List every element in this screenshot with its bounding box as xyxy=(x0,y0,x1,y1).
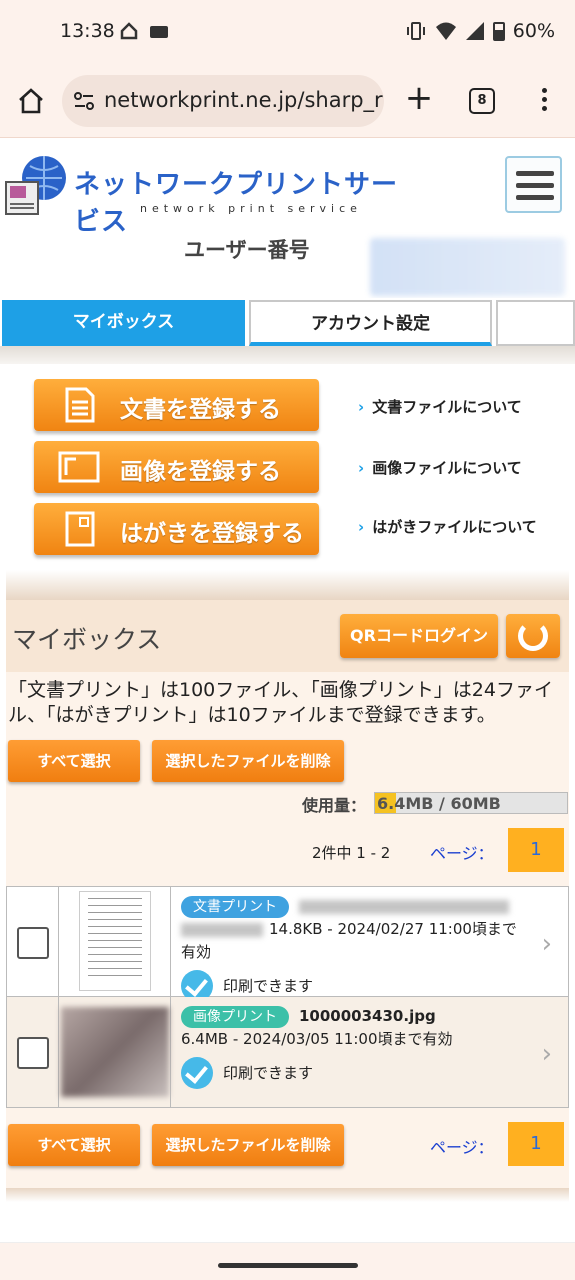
tab-account-settings[interactable]: アカウント設定 xyxy=(249,300,492,346)
image-file-info-link[interactable]: › 画像ファイルについて xyxy=(358,457,522,478)
delete-selected-button-bottom[interactable]: 選択したファイルを削除 xyxy=(152,1124,344,1166)
register-postcard-label: はがきを登録する xyxy=(120,521,304,547)
tab-mybox[interactable]: マイボックス xyxy=(2,300,245,346)
document-file-info-link[interactable]: › 文書ファイルについて xyxy=(358,396,522,417)
file-name: 1000003430.jpg xyxy=(299,1007,436,1025)
main-tabs: マイボックス アカウント設定 xyxy=(0,298,575,346)
chevron-right-icon: › xyxy=(358,518,365,536)
file-type-badge: 画像プリント xyxy=(181,1006,289,1028)
refresh-button[interactable] xyxy=(506,614,560,658)
mybox-title: マイボックス xyxy=(12,625,162,654)
chevron-right-icon: › xyxy=(358,459,365,477)
tab-empty xyxy=(496,300,575,346)
register-document-button[interactable]: 文書を登録する xyxy=(34,379,319,431)
hamburger-menu-icon[interactable] xyxy=(505,156,562,213)
refresh-icon xyxy=(518,621,548,651)
image-thumbnail-redacted xyxy=(61,1007,169,1097)
mybox-panel: マイボックス QRコードログイン 「文書プリント」は100ファイル、「画像プリン… xyxy=(6,570,569,1202)
file-row[interactable]: 文書プリント 14.8KB - 2024/02/27 11:00頃まで有効 印刷… xyxy=(7,887,568,1002)
register-document-label: 文書を登録する xyxy=(120,397,281,423)
postcard-file-info-link[interactable]: › はがきファイルについて xyxy=(358,516,537,537)
file-meta: 6.4MB - 2024/03/05 11:00頃まで有効 xyxy=(181,1030,453,1048)
file-checkbox[interactable] xyxy=(17,1037,49,1069)
usage-text: 6.4MB / 60MB xyxy=(377,794,501,813)
logo-subtitle: network print service xyxy=(140,202,362,215)
home-icon[interactable] xyxy=(16,86,46,116)
tab-switcher-button[interactable]: 8 xyxy=(469,88,495,114)
mybox-header: マイボックス QRコードログイン xyxy=(6,600,569,672)
file-name-redacted xyxy=(299,899,509,914)
user-number-value-redacted xyxy=(370,238,565,296)
usage-bar: 6.4MB / 60MB xyxy=(374,792,568,814)
status-bar: 13:38 60% xyxy=(0,0,575,64)
battery-percent: 60% xyxy=(512,20,555,42)
chevron-right-icon[interactable]: › xyxy=(542,929,552,959)
qr-code-login-button[interactable]: QRコードログイン xyxy=(340,614,498,658)
file-info: 文書プリント 14.8KB - 2024/02/27 11:00頃まで有効 印刷… xyxy=(181,895,531,1002)
page-label-top: ページ： xyxy=(430,844,494,863)
select-all-button-bottom[interactable]: すべて選択 xyxy=(8,1124,140,1166)
file-status: 印刷できます xyxy=(223,1063,314,1082)
checkbox-cell xyxy=(7,997,59,1107)
file-list: 文書プリント 14.8KB - 2024/02/27 11:00頃まで有効 印刷… xyxy=(6,886,569,1108)
file-status: 印刷できます xyxy=(223,976,314,995)
url-text: networkprint.ne.jp/sharp_r xyxy=(104,88,383,112)
postcard-icon xyxy=(65,511,95,547)
usage-label: 使用量： xyxy=(302,796,367,815)
divider-band xyxy=(0,346,575,364)
new-tab-icon[interactable]: + xyxy=(404,81,434,115)
register-postcard-button[interactable]: はがきを登録する xyxy=(34,503,319,555)
file-row[interactable]: 画像プリント 1000003430.jpg 6.4MB - 2024/03/05 … xyxy=(7,997,568,1107)
thumbnail-cell xyxy=(59,997,171,1107)
file-checkbox[interactable] xyxy=(17,927,49,959)
browser-menu-icon[interactable] xyxy=(534,88,554,116)
thumbnail-cell xyxy=(59,887,171,997)
document-thumbnail xyxy=(79,891,151,991)
panel-top-band xyxy=(6,570,569,600)
file-info: 画像プリント 1000003430.jpg 6.4MB - 2024/03/05 … xyxy=(181,1005,531,1089)
result-count: 2件中 1 - 2 xyxy=(312,844,391,862)
checkbox-cell xyxy=(7,887,59,997)
address-bar[interactable]: networkprint.ne.jp/sharp_r xyxy=(62,75,384,127)
file-type-badge: 文書プリント xyxy=(181,896,289,918)
select-all-button-top[interactable]: すべて選択 xyxy=(8,740,140,782)
logo-title: ネットワークプリントサービス xyxy=(74,170,399,237)
gesture-nav-area xyxy=(0,1242,575,1280)
globe-printer-logo-icon xyxy=(5,156,66,215)
check-circle-icon xyxy=(181,1057,213,1089)
page-number-bottom[interactable]: 1 xyxy=(508,1122,564,1166)
site-header: ネットワークプリントサービス network print service ユーザ… xyxy=(0,138,575,298)
browser-toolbar: networkprint.ne.jp/sharp_r + 8 xyxy=(0,64,575,138)
register-image-button[interactable]: 画像を登録する xyxy=(34,441,319,493)
page-label-bottom: ページ： xyxy=(430,1138,494,1157)
vibrate-icon xyxy=(406,22,425,40)
chevron-right-icon: › xyxy=(358,398,365,416)
battery-icon xyxy=(492,22,505,41)
file-name-redacted-2 xyxy=(181,922,263,937)
image-file-info-label: 画像ファイルについて xyxy=(372,459,522,477)
wifi-icon xyxy=(435,22,456,40)
status-time: 13:38 xyxy=(60,20,115,42)
document-icon xyxy=(65,387,95,423)
panel-bottom-band xyxy=(6,1188,569,1202)
document-file-info-label: 文書ファイルについて xyxy=(372,398,522,416)
image-frame-icon xyxy=(58,451,100,483)
user-number-label: ユーザー番号 xyxy=(184,238,310,262)
card-status-icon xyxy=(150,26,168,38)
status-icons: 60% xyxy=(405,20,555,42)
limits-notice: 「文書プリント」は100ファイル、「画像プリント」は24ファイル、「はがきプリン… xyxy=(8,679,553,726)
postcard-file-info-label: はがきファイルについて xyxy=(372,518,537,536)
home-status-icon xyxy=(120,22,138,40)
chevron-right-icon[interactable]: › xyxy=(542,1039,552,1069)
site-logo[interactable]: ネットワークプリントサービス network print service xyxy=(4,154,414,237)
delete-selected-button-top[interactable]: 選択したファイルを削除 xyxy=(152,740,344,782)
home-gesture-pill[interactable] xyxy=(218,1263,358,1268)
site-settings-icon[interactable] xyxy=(72,89,96,113)
signal-icon xyxy=(465,22,484,40)
page-number-top[interactable]: 1 xyxy=(508,828,564,872)
register-image-label: 画像を登録する xyxy=(120,459,281,485)
